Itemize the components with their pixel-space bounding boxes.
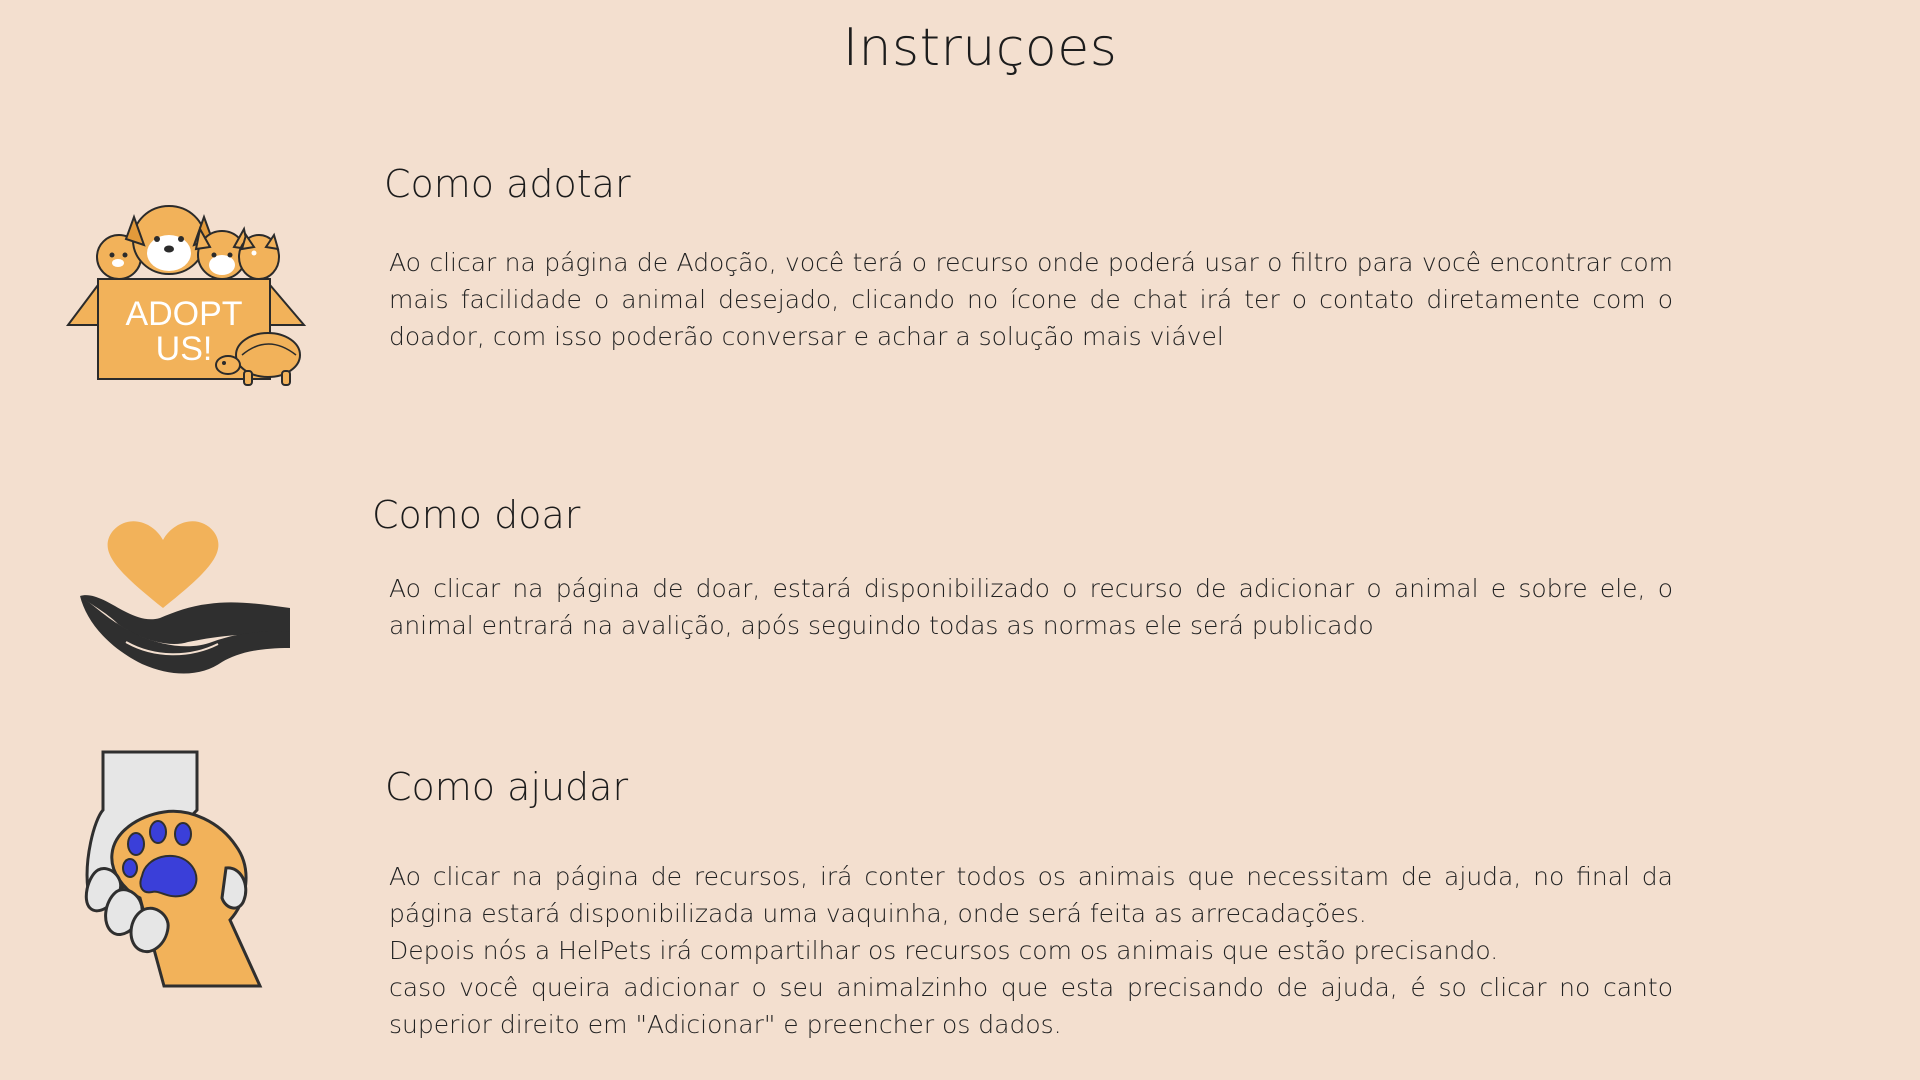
box-text-line2: US! bbox=[156, 330, 213, 368]
section-title-adotar: Como adotar bbox=[384, 162, 631, 206]
adopt-box-icon: ADOPT US! bbox=[64, 205, 309, 395]
page-title: Instruçoes bbox=[842, 18, 1118, 78]
section-text-ajudar: Ao clicar na página de recursos, irá con… bbox=[389, 858, 1673, 1043]
box-text-line1: ADOPT bbox=[125, 295, 242, 333]
section-text-adotar: Ao clicar na página de Adoção, você terá… bbox=[389, 244, 1673, 355]
paragraph: Ao clicar na página de recursos, irá con… bbox=[389, 862, 1673, 928]
paragraph: Ao clicar na página de Adoção, você terá… bbox=[389, 248, 1673, 351]
hand-paw-icon bbox=[80, 750, 265, 990]
section-title-doar: Como doar bbox=[372, 493, 581, 537]
heart-hand-icon bbox=[78, 512, 293, 682]
paragraph: Ao clicar na página de doar, estará disp… bbox=[389, 574, 1673, 640]
paragraph: Depois nós a HelPets irá compartilhar os… bbox=[389, 936, 1499, 965]
section-title-ajudar: Como ajudar bbox=[385, 765, 629, 809]
paragraph: caso você queira adicionar o seu animalz… bbox=[389, 973, 1673, 1039]
section-text-doar: Ao clicar na página de doar, estará disp… bbox=[389, 570, 1673, 644]
